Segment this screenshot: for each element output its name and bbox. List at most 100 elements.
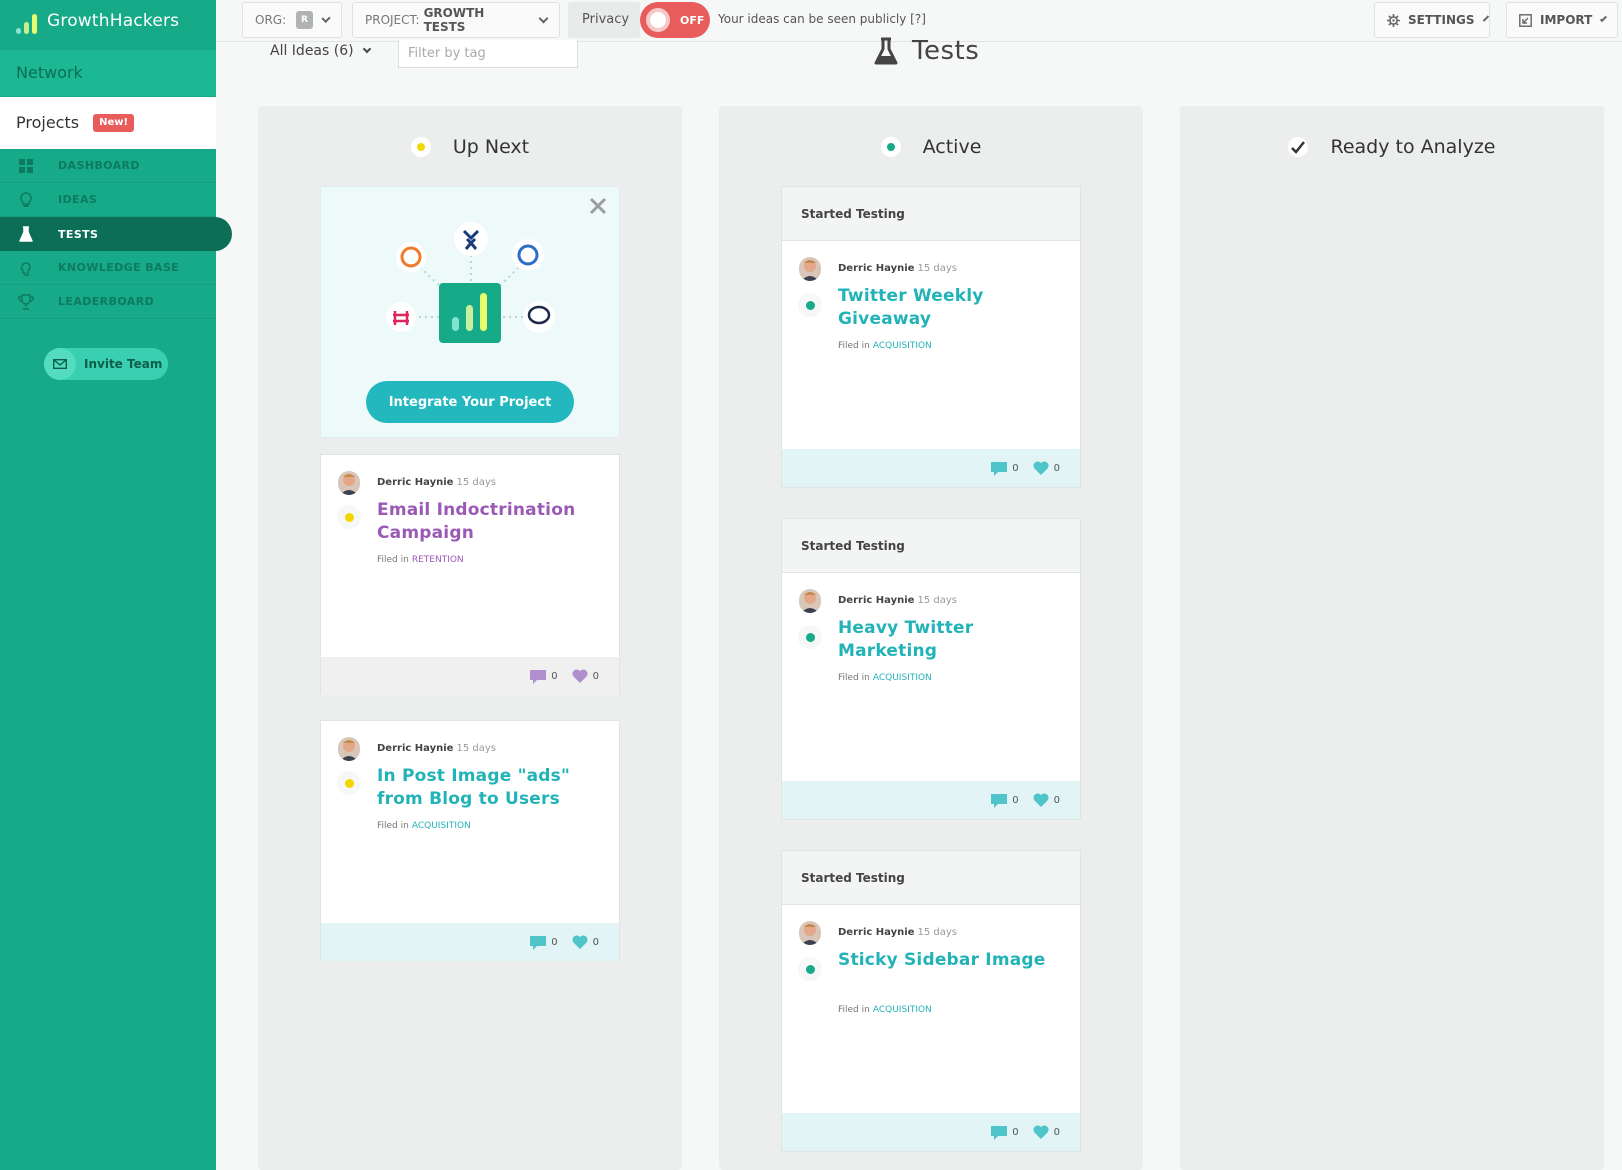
sidebar-item-label: DASHBOARD — [58, 159, 140, 172]
test-card[interactable]: Started Testing Derric Haynie 15 days Hea… — [781, 518, 1081, 820]
import-button[interactable]: IMPORT — [1506, 2, 1618, 38]
column-title: Active — [922, 136, 982, 158]
category-link[interactable]: ACQUISITION — [873, 341, 932, 351]
privacy-toggle[interactable]: OFF — [640, 2, 710, 38]
column-active: Active Started Testing Derric Haynie 15 d… — [719, 106, 1143, 1170]
invite-team-button[interactable]: Invite Team — [44, 348, 168, 380]
comments-stat[interactable]: 0 — [991, 1125, 1019, 1140]
likes-count: 0 — [1053, 1126, 1060, 1138]
comment-icon — [530, 669, 547, 684]
filed-in: Filed in ACQUISITION — [838, 341, 932, 351]
sidebar-item-label: KNOWLEDGE BASE — [58, 261, 180, 274]
comments-stat[interactable]: 0 — [991, 461, 1019, 476]
author-name[interactable]: Derric Haynie 15 days — [838, 927, 957, 938]
page-title: Tests — [874, 34, 979, 68]
idea-title[interactable]: Twitter Weekly Giveaway — [838, 285, 1068, 331]
likes-count: 0 — [592, 936, 599, 948]
sidebar-item-dashboard[interactable]: DASHBOARD — [0, 149, 216, 183]
nav-network[interactable]: Network — [0, 50, 216, 96]
author-avatar[interactable] — [799, 921, 821, 945]
author-avatar[interactable] — [338, 471, 360, 495]
new-badge: New! — [93, 114, 135, 132]
nav-projects[interactable]: Projects New! — [0, 97, 216, 149]
column-header: Ready to Analyze — [1180, 132, 1604, 162]
author-avatar[interactable] — [799, 257, 821, 281]
filed-in: Filed in ACQUISITION — [838, 1005, 932, 1015]
brand-logo[interactable]: GrowthHackers — [16, 8, 179, 34]
org-selector[interactable]: ORG: R — [242, 2, 342, 38]
author-name[interactable]: Derric Haynie 15 days — [838, 263, 957, 274]
sidebar-item-tests[interactable]: TESTS — [0, 217, 232, 251]
sidebar-item-knowledge-base[interactable]: KNOWLEDGE BASE — [0, 251, 216, 285]
card-footer: 0 0 — [782, 449, 1080, 487]
settings-label: SETTINGS — [1408, 13, 1475, 27]
heart-icon — [1033, 1125, 1049, 1139]
idea-age: 15 days — [917, 927, 957, 938]
checkmark-icon — [1288, 137, 1309, 157]
test-card[interactable]: Started Testing Derric Haynie 15 days Sti… — [781, 850, 1081, 1152]
likes-stat[interactable]: 0 — [1033, 461, 1060, 475]
trophy-icon — [18, 293, 34, 310]
author-name[interactable]: Derric Haynie 15 days — [838, 595, 957, 606]
project-name: GROWTH TESTS — [423, 6, 485, 34]
idea-title[interactable]: Sticky Sidebar Image — [838, 949, 1068, 972]
chevron-down-icon — [321, 13, 331, 23]
card-footer: 0 0 — [321, 923, 619, 961]
all-ideas-dropdown[interactable]: All Ideas (6) — [270, 40, 371, 62]
sidebar-item-label: IDEAS — [58, 193, 98, 206]
card-body: Derric Haynie 15 days Sticky Sidebar Imag… — [782, 905, 1080, 1151]
likes-stat[interactable]: 0 — [572, 935, 599, 949]
card-body: Derric Haynie 15 days In Post Image "ads"… — [321, 721, 619, 961]
sidebar: GrowthHackers Network Projects New! DASH… — [0, 0, 232, 1170]
category-link[interactable]: RETENTION — [412, 555, 464, 565]
idea-age: 15 days — [456, 743, 496, 754]
card-footer: 0 0 — [782, 781, 1080, 819]
settings-button[interactable]: SETTINGS — [1374, 2, 1490, 38]
project-selector[interactable]: PROJECT: GROWTH TESTS — [352, 2, 560, 38]
invite-team-label: Invite Team — [84, 357, 163, 371]
idea-title[interactable]: In Post Image "ads" from Blog to Users — [377, 765, 607, 811]
org-avatar-chip: R — [296, 11, 313, 29]
brain-icon — [18, 260, 34, 276]
heart-icon — [1033, 793, 1049, 807]
card-footer: 0 0 — [321, 657, 619, 695]
chevron-down-icon — [1600, 14, 1608, 22]
category-link[interactable]: ACQUISITION — [873, 673, 932, 683]
category-link[interactable]: ACQUISITION — [873, 1005, 932, 1015]
idea-card[interactable]: Derric Haynie 15 days Email Indoctrinatio… — [320, 454, 620, 695]
idea-title[interactable]: Email Indoctrination Campaign — [377, 499, 607, 545]
heart-icon — [572, 669, 588, 683]
category-link[interactable]: ACQUISITION — [412, 821, 471, 831]
author-name[interactable]: Derric Haynie 15 days — [377, 743, 496, 754]
privacy-note[interactable]: Your ideas can be seen publicly [?] — [718, 0, 926, 38]
author-name[interactable]: Derric Haynie 15 days — [377, 477, 496, 488]
idea-card[interactable]: Derric Haynie 15 days In Post Image "ads"… — [320, 720, 620, 961]
likes-stat[interactable]: 0 — [572, 669, 599, 683]
gear-icon — [1387, 13, 1400, 27]
idea-age: 15 days — [456, 477, 496, 488]
chevron-down-icon — [362, 44, 371, 54]
author-avatar[interactable] — [338, 737, 360, 761]
all-ideas-label: All Ideas (6) — [270, 43, 354, 59]
likes-stat[interactable]: 0 — [1033, 1125, 1060, 1139]
integrate-your-project-button[interactable]: Integrate Your Project — [366, 381, 574, 423]
comments-stat[interactable]: 0 — [991, 793, 1019, 808]
column-title: Ready to Analyze — [1330, 136, 1496, 158]
sidebar-item-ideas[interactable]: IDEAS — [0, 183, 216, 217]
comments-count: 0 — [551, 936, 558, 948]
integrations-illustration — [386, 222, 555, 343]
card-body: Derric Haynie 15 days Heavy Twitter Marke… — [782, 573, 1080, 819]
filed-in: Filed in RETENTION — [377, 555, 464, 565]
filter-by-tag-input[interactable] — [398, 40, 578, 68]
author-avatar[interactable] — [799, 589, 821, 613]
sidebar-item-leaderboard[interactable]: LEADERBOARD — [0, 285, 216, 319]
column-header: Up Next — [258, 132, 682, 162]
idea-title[interactable]: Heavy Twitter Marketing — [838, 617, 1068, 663]
likes-stat[interactable]: 0 — [1033, 793, 1060, 807]
comments-stat[interactable]: 0 — [530, 669, 558, 684]
heart-icon — [572, 935, 588, 949]
test-card[interactable]: Started Testing Derric Haynie 15 days Twi… — [781, 186, 1081, 488]
import-icon — [1519, 13, 1532, 27]
likes-count: 0 — [1053, 794, 1060, 806]
comments-stat[interactable]: 0 — [530, 935, 558, 950]
